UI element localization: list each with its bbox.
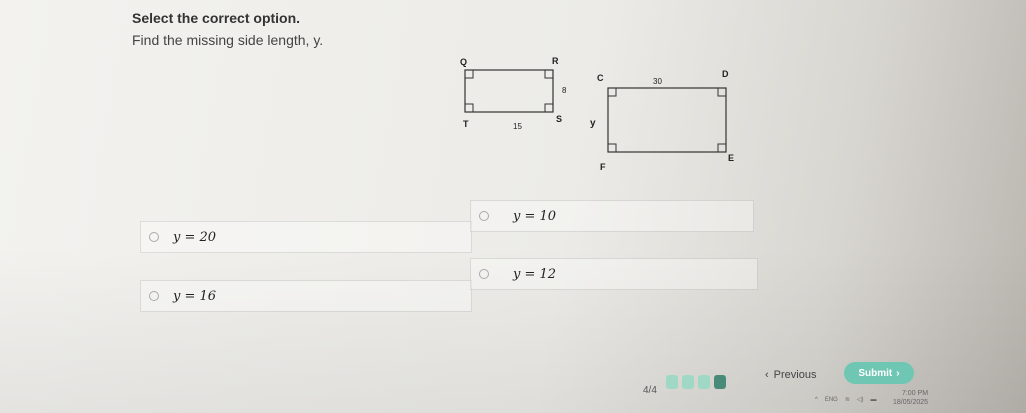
submit-button[interactable]: Submit › [844, 362, 914, 384]
label-e: E [728, 153, 734, 163]
previous-label: Previous [773, 369, 817, 381]
side-y-label: y [590, 118, 596, 129]
option-b[interactable]: y = 10 [470, 200, 754, 232]
wifi-icon[interactable]: ≋ [845, 396, 850, 403]
system-tray: ^ ENG ≋ ◁) ▬ [815, 396, 877, 404]
label-t: T [463, 119, 469, 129]
side-15-label: 15 [513, 122, 522, 131]
label-r: R [552, 56, 559, 66]
option-b-label: y = 10 [513, 208, 557, 224]
label-q: Q [460, 57, 467, 67]
option-c-radio[interactable] [149, 291, 159, 301]
previous-button[interactable]: ‹ Previous [765, 369, 816, 381]
option-c[interactable]: y = 16 [140, 280, 472, 312]
question-heading: Select the correct option. [132, 10, 301, 26]
small-rect-corner-t [465, 103, 474, 112]
large-rect-corner-c [608, 88, 617, 97]
label-s: S [556, 114, 562, 124]
progress-dots [666, 375, 726, 389]
large-rect-corner-e [717, 143, 726, 152]
progress-dot [698, 375, 710, 389]
small-rect-corner-s [544, 103, 553, 112]
option-d-label: y = 12 [513, 266, 557, 282]
clock-date: 18/05/2025 [893, 399, 929, 406]
small-rect-corner-r [544, 70, 553, 79]
option-b-radio[interactable] [479, 211, 489, 221]
progress-counter: 4/4 [643, 385, 657, 396]
small-rectangle [464, 69, 554, 113]
label-f: F [600, 162, 606, 172]
clock-time: 7:00 PM [901, 390, 929, 397]
option-a[interactable]: y = 20 [140, 221, 472, 253]
rectangles-figure: Q R T S 8 15 C D F E 30 y [460, 56, 734, 172]
battery-icon[interactable]: ▬ [871, 397, 877, 403]
system-clock[interactable]: 7:00 PM 18/05/2025 [893, 389, 928, 407]
label-d: D [722, 69, 729, 79]
progress-dot [714, 375, 726, 389]
side-8-label: 8 [562, 86, 567, 95]
chevron-up-icon: ^ [815, 396, 818, 403]
small-rect-corner-q [465, 70, 474, 79]
volume-icon[interactable]: ◁) [857, 396, 864, 403]
option-d-radio[interactable] [479, 269, 489, 279]
side-30-label: 30 [653, 77, 662, 86]
chevron-left-icon: ‹ [765, 369, 769, 381]
option-c-label: y = 16 [173, 288, 217, 304]
large-rect-corner-f [608, 143, 617, 152]
progress-dot [682, 375, 694, 389]
label-c: C [597, 73, 604, 83]
large-rect-corner-d [717, 88, 726, 97]
chevron-right-icon: › [896, 367, 900, 379]
option-d[interactable]: y = 12 [470, 258, 758, 290]
option-a-radio[interactable] [149, 232, 159, 242]
large-rectangle [607, 87, 727, 153]
language-indicator[interactable]: ENG [825, 397, 838, 403]
question-prompt: Find the missing side length, y. [132, 32, 324, 48]
submit-label: Submit [858, 367, 893, 379]
progress-dot [666, 375, 678, 389]
option-a-label: y = 20 [173, 229, 217, 245]
